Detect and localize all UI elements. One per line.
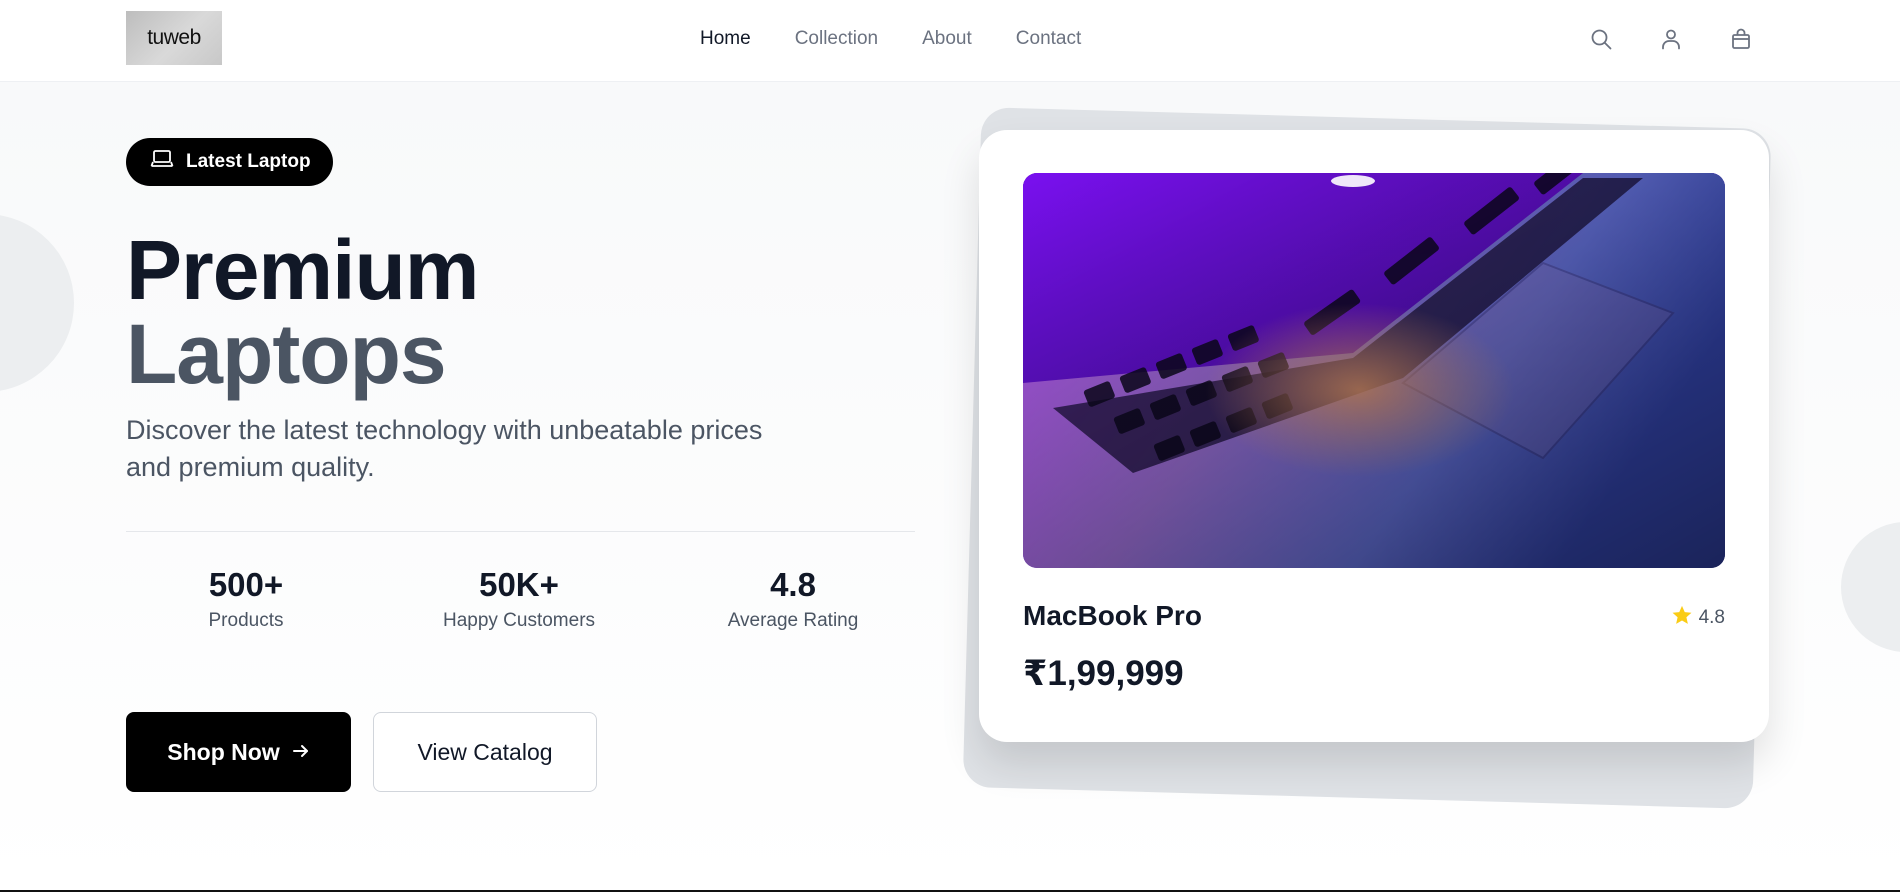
nav-home[interactable]: Home	[700, 24, 751, 54]
rating-value: 4.8	[1698, 607, 1725, 628]
stat-label: Average Rating	[727, 610, 859, 631]
stat-products: 500+ Products	[146, 564, 346, 634]
product-image	[1023, 173, 1725, 568]
view-catalog-label: View Catalog	[417, 738, 553, 765]
arrow-right-icon	[292, 739, 310, 766]
stat-customers: 50K+ Happy Customers	[419, 564, 619, 634]
product-rating: 4.8	[1671, 604, 1725, 632]
site-header: tuweb Home Collection About Contact	[0, 0, 1900, 82]
shop-now-label: Shop Now	[167, 738, 280, 765]
shopping-bag-icon[interactable]	[1728, 24, 1754, 54]
product-card[interactable]: MacBook Pro 4.8 ₹1,99,999	[979, 130, 1769, 742]
decorative-circle	[0, 214, 74, 392]
stat-label: Happy Customers	[442, 610, 596, 631]
latest-laptop-badge: Latest Laptop	[126, 138, 333, 186]
divider	[126, 531, 915, 532]
stat-value: 50K+	[479, 566, 559, 603]
search-icon[interactable]	[1588, 24, 1614, 54]
product-price: ₹1,99,999	[1023, 654, 1184, 693]
decorative-circle	[1841, 522, 1900, 652]
shop-now-button[interactable]: Shop Now	[126, 712, 351, 792]
hero-title: Premium Laptops	[126, 223, 479, 401]
logo-text: tuweb	[147, 26, 201, 49]
nav-contact[interactable]: Contact	[1016, 24, 1081, 54]
header-actions	[1588, 24, 1754, 54]
product-name: MacBook Pro	[1023, 600, 1202, 631]
laptop-icon	[150, 149, 174, 175]
view-catalog-button[interactable]: View Catalog	[373, 712, 597, 792]
nav-about[interactable]: About	[922, 24, 972, 54]
stat-label: Products	[208, 610, 284, 631]
star-icon	[1671, 604, 1693, 632]
stat-value: 500+	[208, 566, 284, 603]
stat-value: 4.8	[770, 566, 816, 603]
main-nav: Home Collection About Contact	[700, 24, 1081, 54]
hero-title-line2: Laptops	[126, 307, 447, 401]
hero-section: Latest Laptop Premium Laptops Discover t…	[0, 82, 1900, 892]
user-icon[interactable]	[1658, 24, 1684, 54]
hero-title-line1: Premium	[126, 223, 479, 317]
stat-rating: 4.8 Average Rating	[693, 564, 893, 634]
hero-subtitle: Discover the latest technology with unbe…	[126, 415, 763, 482]
nav-collection[interactable]: Collection	[795, 24, 878, 54]
badge-label: Latest Laptop	[186, 151, 311, 172]
logo[interactable]: tuweb	[126, 11, 222, 65]
